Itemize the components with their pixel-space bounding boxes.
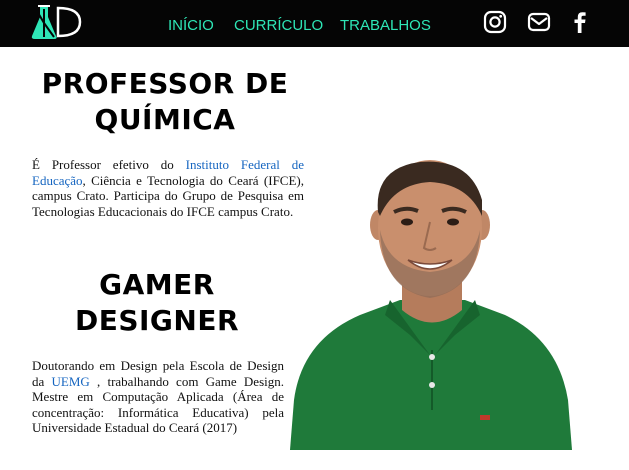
nav-curriculo-link[interactable]: CURRÍCULO [234,17,323,34]
mail-icon[interactable] [527,10,551,34]
professor-description: É Professor efetivo do Instituto Federal… [32,157,304,219]
top-navigation-bar: INÍCIO CURRÍCULO TRABALHOS [0,0,629,47]
uemg-link[interactable]: UEMG [52,374,90,389]
profile-photo [290,160,572,450]
instagram-icon[interactable] [483,10,507,34]
gamer-designer-title: GAMER DESIGNER [74,268,240,337]
professor-text-before: É Professor efetivo do [32,157,186,172]
professor-title: PROFESSOR DE QUÍMICA [41,67,289,136]
facebook-icon[interactable] [568,10,592,34]
site-logo[interactable] [28,3,86,41]
gamer-designer-description: Doutorando em Design pela Escola de Desi… [32,358,284,436]
nav-trabalhos-link[interactable]: TRABALHOS [340,17,431,34]
nav-inicio-link[interactable]: INÍCIO [168,17,214,34]
